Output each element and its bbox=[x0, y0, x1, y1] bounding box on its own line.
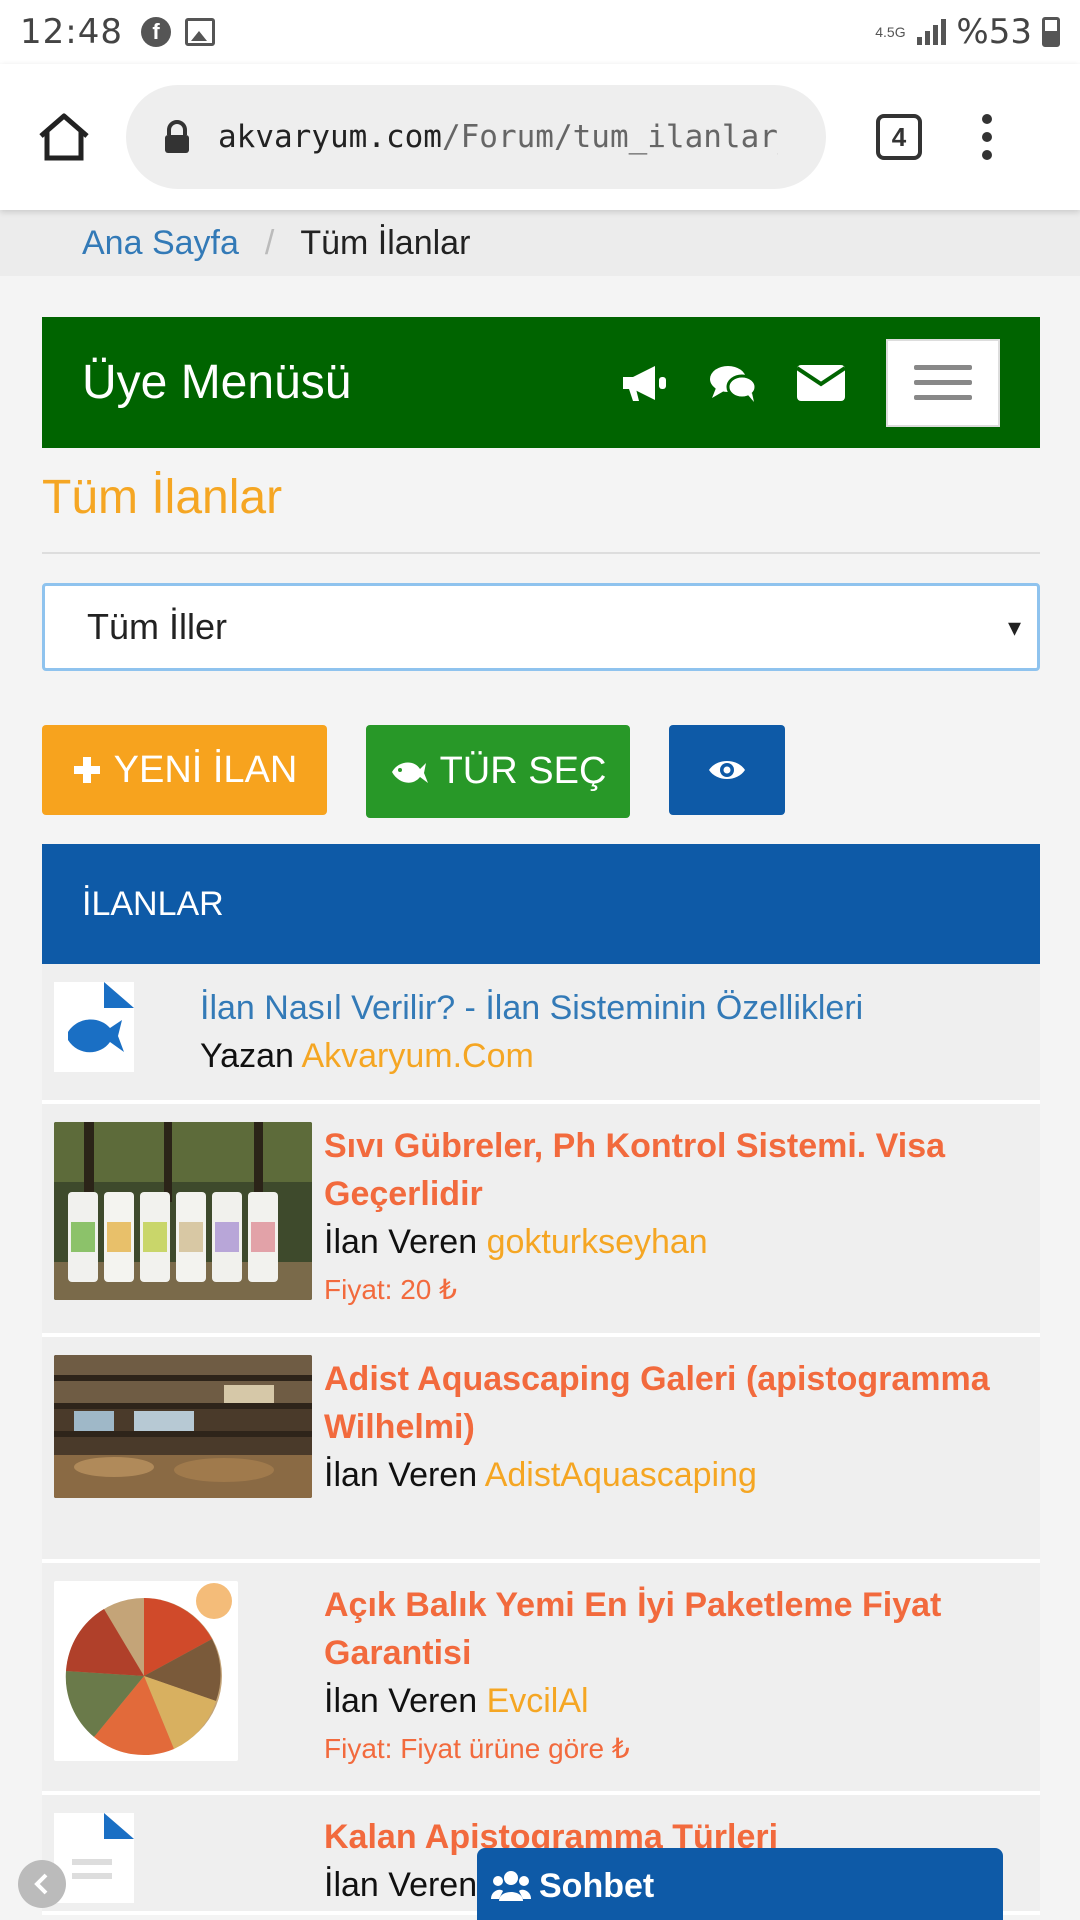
list-item[interactable]: İlan Nasıl Verilir? - İlan Sisteminin Öz… bbox=[42, 964, 1040, 1104]
listings-panel-heading: İLANLAR bbox=[42, 844, 1040, 964]
hamburger-menu-button[interactable] bbox=[886, 338, 1000, 427]
listing-author[interactable]: EvcilAl bbox=[487, 1682, 589, 1720]
listing-thumbnail[interactable] bbox=[54, 1122, 312, 1300]
chat-bubbles-icon[interactable] bbox=[708, 358, 758, 408]
status-bar: 12:48 f 4.5G %53 bbox=[0, 0, 1080, 64]
envelope-icon[interactable] bbox=[796, 358, 846, 408]
new-listing-label: YENİ İLAN bbox=[113, 748, 298, 791]
listing-meta-label: İlan Veren bbox=[324, 1223, 478, 1261]
fish-icon bbox=[390, 757, 428, 787]
battery-icon bbox=[1042, 17, 1060, 47]
signal-icon bbox=[917, 19, 947, 45]
url-domain: akvaryum.com bbox=[218, 119, 442, 155]
url-text: akvaryum.com/Forum/tum_ilanlar_c0 bbox=[218, 119, 778, 155]
address-bar[interactable]: akvaryum.com/Forum/tum_ilanlar_c0 bbox=[126, 85, 826, 189]
view-toggle-button[interactable] bbox=[669, 725, 785, 815]
listing-meta-label: İlan Veren bbox=[324, 1682, 478, 1720]
document-icon bbox=[54, 1813, 134, 1903]
list-item[interactable]: Sıvı Gübreler, Ph Kontrol Sistemi. Visa … bbox=[42, 1104, 1040, 1337]
chat-label: Sohbet bbox=[539, 1866, 655, 1905]
facebook-icon: f bbox=[140, 17, 171, 47]
breadcrumb-separator: / bbox=[264, 223, 275, 262]
listing-price: Fiyat: Fiyat ürüne göre ₺ bbox=[324, 1733, 630, 1764]
new-listing-button[interactable]: YENİ İLAN bbox=[42, 725, 327, 815]
listing-price: Fiyat: 20 ₺ bbox=[324, 1274, 457, 1305]
listing-meta-label: İlan Veren bbox=[324, 1456, 478, 1494]
listing-author[interactable]: AdistAquascaping bbox=[485, 1456, 757, 1494]
chevron-left-icon bbox=[34, 1873, 48, 1895]
chat-button[interactable]: Sohbet bbox=[477, 1848, 1003, 1920]
megaphone-icon[interactable] bbox=[620, 358, 670, 408]
home-button[interactable] bbox=[14, 87, 114, 187]
browser-toolbar: akvaryum.com/Forum/tum_ilanlar_c0 4 bbox=[0, 64, 1080, 210]
home-icon bbox=[39, 113, 89, 161]
network-type: 4.5G bbox=[875, 24, 906, 40]
fish-document-icon bbox=[54, 982, 134, 1072]
listing-title[interactable]: Sıvı Gübreler, Ph Kontrol Sistemi. Visa … bbox=[324, 1122, 1024, 1218]
listing-author[interactable]: gokturkseyhan bbox=[487, 1223, 708, 1261]
lock-icon bbox=[162, 120, 192, 154]
select-type-label: TÜR SEÇ bbox=[439, 750, 607, 792]
listing-meta-label: Yazan bbox=[200, 1037, 294, 1075]
url-path: /Forum/tum_ilanlar_c0 bbox=[441, 119, 778, 155]
more-menu-icon[interactable] bbox=[982, 114, 992, 160]
dropdown-arrow-icon: ▾ bbox=[1007, 612, 1021, 642]
eye-icon bbox=[709, 761, 745, 779]
select-type-button[interactable]: TÜR SEÇ bbox=[366, 725, 630, 818]
list-item[interactable]: Adist Aquascaping Galeri (apistogramma W… bbox=[42, 1337, 1040, 1563]
users-icon bbox=[491, 1871, 531, 1901]
city-select[interactable]: Tüm İller ▾ bbox=[42, 583, 1040, 671]
scroll-back-button[interactable] bbox=[18, 1860, 66, 1908]
listing-title[interactable]: Açık Balık Yemi En İyi Paketleme Fiyat G… bbox=[324, 1581, 1024, 1677]
status-time: 12:48 bbox=[20, 12, 123, 52]
plus-icon bbox=[72, 755, 102, 785]
listing-meta-label: İlan Veren bbox=[324, 1866, 478, 1904]
battery-percent: %53 bbox=[956, 12, 1032, 52]
listing-thumbnail[interactable] bbox=[54, 1581, 238, 1761]
breadcrumb: Ana Sayfa / Tüm İlanlar bbox=[0, 210, 1080, 276]
listings-list: İlan Nasıl Verilir? - İlan Sisteminin Öz… bbox=[42, 964, 1040, 1915]
divider bbox=[42, 552, 1040, 554]
gallery-icon bbox=[184, 18, 215, 46]
listing-title[interactable]: İlan Nasıl Verilir? - İlan Sisteminin Öz… bbox=[200, 984, 1020, 1032]
listing-thumbnail[interactable] bbox=[54, 1355, 312, 1498]
member-menu-title: Üye Menüsü bbox=[82, 356, 352, 409]
city-select-value: Tüm İller bbox=[87, 606, 228, 647]
list-item[interactable]: Açık Balık Yemi En İyi Paketleme Fiyat G… bbox=[42, 1563, 1040, 1795]
member-menu-bar: Üye Menüsü bbox=[42, 317, 1040, 448]
listing-title[interactable]: Adist Aquascaping Galeri (apistogramma W… bbox=[324, 1355, 1024, 1451]
listing-author[interactable]: Akvaryum.Com bbox=[301, 1037, 533, 1075]
page-title: Tüm İlanlar bbox=[42, 471, 283, 524]
breadcrumb-home-link[interactable]: Ana Sayfa bbox=[82, 224, 239, 263]
tab-switcher-button[interactable]: 4 bbox=[876, 114, 922, 160]
breadcrumb-current: Tüm İlanlar bbox=[300, 223, 471, 262]
